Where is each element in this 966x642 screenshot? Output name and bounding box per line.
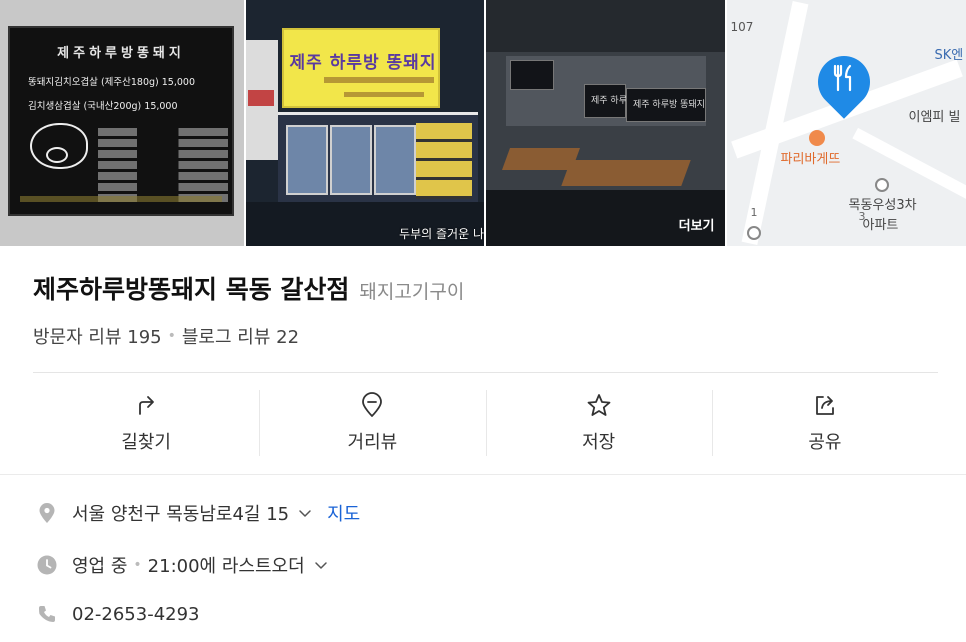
review-summary: 방문자 리뷰 195 • 블로그 리뷰 22 (33, 323, 299, 349)
blog-reviews-link[interactable]: 블로그 리뷰 22 (182, 323, 299, 349)
menu-screen-right-text: 제주 하루방 똥돼지 (633, 100, 705, 110)
save-label: 저장 (582, 432, 616, 453)
photo-storefront[interactable]: 제주 하루방 똥돼지 두부의 즐거운 나 (245, 0, 484, 246)
building-icon (746, 226, 761, 240)
store-sign: 제주 하루방 똥돼지 (281, 28, 440, 108)
restaurant-icon (833, 64, 851, 92)
place-header: 제주하루방똥돼지 목동 갈산점 돼지고기구이 (33, 270, 464, 306)
store-window (329, 125, 372, 195)
ceiling (486, 0, 725, 52)
map-label-107: 107 (730, 20, 754, 34)
place-name: 제주하루방똥돼지 목동 갈산점 (33, 275, 350, 304)
directions-button[interactable]: 길찾기 (33, 374, 259, 472)
store-sign-phone (343, 92, 424, 97)
phone-icon (39, 606, 55, 622)
menu-board-small-items (98, 128, 228, 205)
store-posters (415, 123, 472, 199)
store-window (285, 125, 328, 195)
separator-dot: • (133, 557, 142, 573)
share-button[interactable]: 공유 (711, 374, 938, 472)
menu-screen (510, 60, 554, 90)
menu-board-line-1: 똥돼지김치오겹살 (제주산180g) 15,000 (28, 77, 195, 88)
visitor-reviews-link[interactable]: 방문자 리뷰 195 (33, 323, 162, 349)
divider (33, 372, 938, 373)
map-thumbnail[interactable]: 107 SK엔 이엠피 빌 파리바게뜨 목동우성3차 아파트 1 3 (726, 0, 966, 246)
photo-menu-board[interactable]: 제주하루방똥돼지 똥돼지김치오겹살 (제주산180g) 15,000 김치생삼겹… (0, 0, 244, 246)
street-view-label: 거리뷰 (347, 432, 398, 453)
directions-icon (139, 396, 155, 415)
apartment-icon (874, 178, 889, 192)
address-text: 서울 양천구 목동남로4길 15 (72, 504, 290, 525)
phone-row: 02-2653-4293 (36, 603, 200, 625)
hours-detail: 21:00에 라스트오더 (147, 556, 305, 577)
menu-board-footer (20, 196, 222, 202)
pig-illustration (30, 123, 88, 169)
street-view-button[interactable]: 거리뷰 (259, 374, 485, 472)
menu-board-line-2: 김치생삼겹살 (국내산200g) 15,000 (28, 101, 178, 112)
chevron-down-icon[interactable] (313, 557, 329, 573)
map-link[interactable]: 지도 (327, 500, 360, 526)
store-window (373, 125, 416, 195)
more-photos-button[interactable]: 더보기 (679, 215, 715, 234)
phone-number[interactable]: 02-2653-4293 (72, 604, 200, 625)
share-icon (815, 396, 834, 415)
store-sign-subtitle (323, 77, 434, 83)
photo-interior[interactable]: 제주 하루방 제주 하루방 똥돼지 더보기 (486, 0, 725, 246)
neighbor-building (245, 40, 278, 160)
map-label-1: 1 (750, 206, 758, 219)
separator-dot: • (167, 328, 176, 344)
map-label-3: 3 (858, 210, 866, 223)
location-icon (39, 503, 55, 523)
directions-label: 길찾기 (121, 432, 171, 453)
address-row: 서울 양천구 목동남로4길 15 지도 (36, 500, 360, 526)
menu-board: 제주하루방똥돼지 똥돼지김치오겹살 (제주산180g) 15,000 김치생삼겹… (8, 26, 234, 216)
street-view-icon (362, 392, 383, 417)
map-label-bakery: 파리바게뜨 (780, 152, 841, 167)
hours-status: 영업 중 (72, 556, 128, 577)
bakery-icon (808, 130, 825, 146)
clock-icon (37, 555, 57, 575)
save-button[interactable]: 저장 (485, 374, 712, 472)
map-label-emp: 이엠피 빌 (908, 110, 961, 125)
photo-caption: 두부의 즐거운 나 (399, 227, 484, 241)
hours-row: 영업 중 • 21:00에 라스트오더 (36, 552, 329, 578)
map-label-sk: SK엔 (934, 48, 964, 63)
menu-board-title: 제주하루방똥돼지 (57, 46, 185, 61)
action-bar: 길찾기 거리뷰 저장 공유 (33, 374, 938, 472)
chevron-down-icon[interactable] (297, 505, 313, 521)
place-category: 돼지고기구이 (359, 281, 465, 303)
menu-screen-right: 제주 하루방 똥돼지 (626, 88, 706, 122)
photo-strip: 제주하루방똥돼지 똥돼지김치오겹살 (제주산180g) 15,000 김치생삼겹… (0, 0, 966, 246)
table (561, 160, 691, 186)
share-label: 공유 (808, 432, 842, 453)
section-separator (0, 474, 966, 475)
menu-screen-left: 제주 하루방 (584, 84, 635, 118)
map-label-apartment-2: 아파트 (862, 218, 899, 233)
store-sign-title: 제주 하루방 똥돼지 (289, 53, 437, 73)
map-road (851, 127, 966, 205)
star-icon (587, 394, 611, 416)
store-entrance (277, 112, 478, 202)
